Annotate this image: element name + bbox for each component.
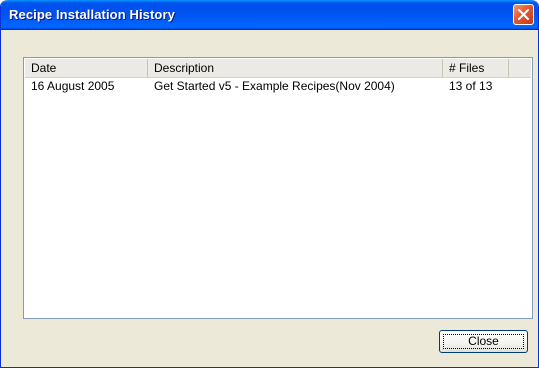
- close-icon: [518, 9, 529, 20]
- row-files: 13 of 13: [449, 79, 493, 93]
- list-header: Date Description # Files: [25, 59, 531, 78]
- column-header-description[interactable]: Description: [148, 59, 443, 77]
- column-header-files[interactable]: # Files: [443, 59, 509, 77]
- column-header-filler: [509, 59, 533, 77]
- list-row[interactable]: 16 August 2005 Get Started v5 - Example …: [25, 78, 531, 95]
- focus-rectangle: [443, 334, 524, 349]
- title-bar[interactable]: Recipe Installation History: [1, 0, 538, 30]
- close-button[interactable]: Close: [439, 330, 528, 353]
- column-header-date[interactable]: Date: [25, 59, 148, 77]
- row-date: 16 August 2005: [31, 79, 115, 93]
- window-title: Recipe Installation History: [9, 7, 175, 22]
- history-list[interactable]: Date Description # Files 16 August 2005 …: [23, 57, 533, 319]
- row-description: Get Started v5 - Example Recipes(Nov 200…: [154, 79, 395, 93]
- dialog-window: Recipe Installation History Date Descrip…: [0, 0, 539, 368]
- window-close-button[interactable]: [513, 4, 534, 25]
